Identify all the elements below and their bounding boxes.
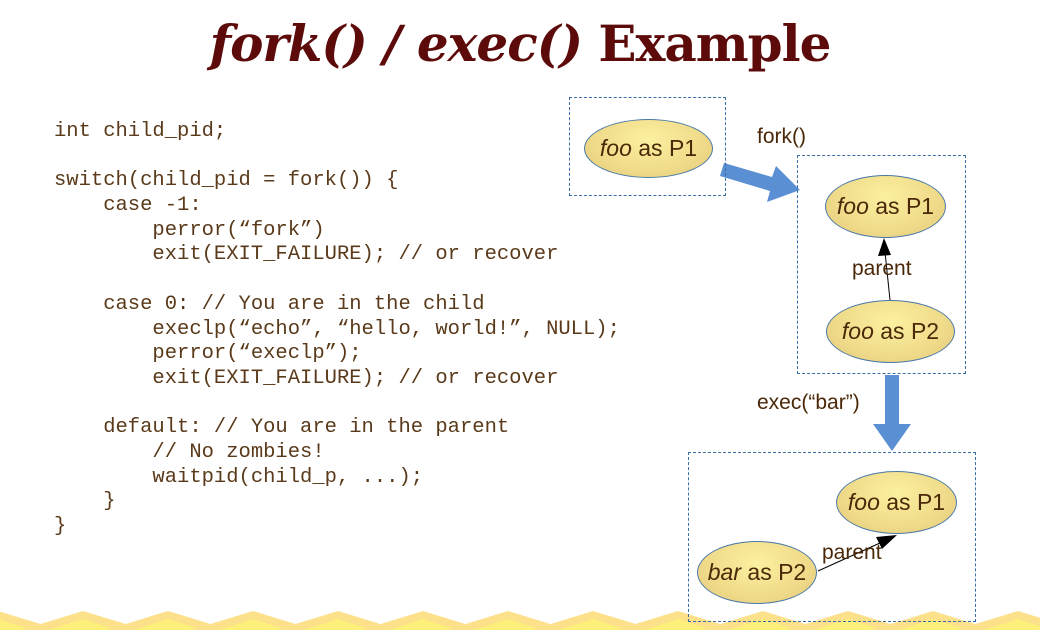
fork-label: fork()	[757, 125, 806, 148]
node-role: as P2	[873, 318, 940, 344]
node-program: foo	[599, 135, 632, 161]
node-program: foo	[836, 193, 869, 219]
stage2-foo-p1-node: foo as P1	[825, 175, 946, 238]
node-role: as P1	[868, 193, 935, 219]
node-program: bar	[707, 559, 742, 585]
node-role: as P1	[879, 489, 946, 515]
fork-arrow	[720, 163, 800, 202]
node-role: as P2	[741, 559, 807, 585]
exec-arrow	[873, 375, 911, 451]
node-program: foo	[847, 489, 880, 515]
exec-label: exec(“bar”)	[757, 391, 860, 414]
stage3-foo-p1-node: foo as P1	[836, 471, 957, 534]
stage2-parent-label: parent	[852, 257, 912, 280]
stage3-bar-p2-node: bar as P2	[697, 541, 817, 604]
node-program: foo	[841, 318, 874, 344]
node-role: as P1	[631, 135, 698, 161]
stage1-foo-p1-node: foo as P1	[584, 119, 713, 178]
stage2-foo-p2-node: foo as P2	[826, 300, 955, 363]
stage3-parent-label: parent	[822, 541, 882, 564]
